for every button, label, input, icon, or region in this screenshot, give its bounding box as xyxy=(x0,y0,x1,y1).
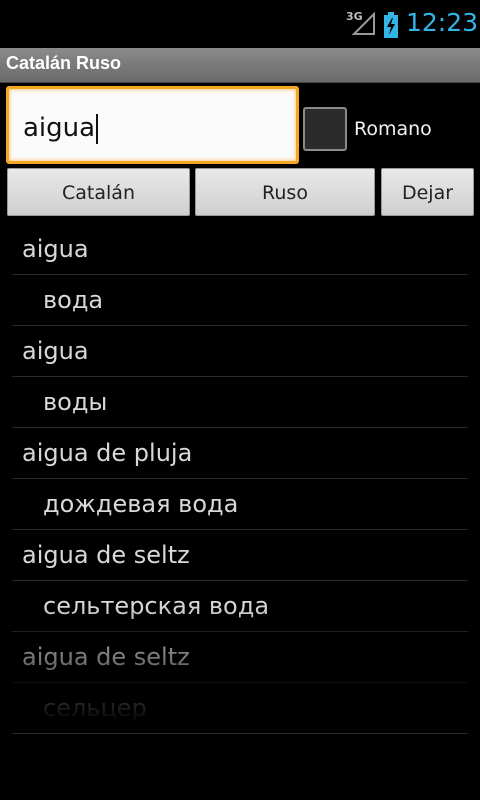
romano-checkbox[interactable] xyxy=(303,107,347,151)
dejar-button[interactable]: Dejar xyxy=(381,168,474,216)
romano-label[interactable]: Romano xyxy=(354,118,432,140)
list-item-translation[interactable]: сельцер xyxy=(12,683,468,734)
status-bar: 3G 12:23 xyxy=(0,0,480,48)
list-item-translation[interactable]: вода xyxy=(12,275,468,326)
list-item-term[interactable]: aigua xyxy=(12,224,468,275)
list-item-term[interactable]: aigua de pluja xyxy=(12,428,468,479)
search-input[interactable]: aigua xyxy=(6,86,299,164)
list-item-translation[interactable]: воды xyxy=(12,377,468,428)
list-item-translation[interactable]: сельтерская вода xyxy=(12,581,468,632)
search-input-value: aigua xyxy=(23,113,96,143)
ruso-button[interactable]: Ruso xyxy=(195,168,375,216)
text-cursor xyxy=(96,113,99,144)
list-item-term[interactable]: aigua de seltz xyxy=(12,632,468,683)
catalan-button[interactable]: Catalán xyxy=(7,168,190,216)
list-item-translation[interactable]: дождевая вода xyxy=(12,479,468,530)
list-item-term[interactable]: aigua de seltz xyxy=(12,530,468,581)
results-list[interactable]: aigua вода aigua воды aigua de pluja дож… xyxy=(0,224,480,800)
app-title: Catalán Ruso xyxy=(6,53,122,73)
clock: 12:23 xyxy=(406,8,479,37)
list-item-term[interactable]: aigua xyxy=(12,326,468,377)
battery-charging-icon xyxy=(384,12,398,38)
title-bar: Catalán Ruso xyxy=(0,48,480,83)
signal-icon xyxy=(352,12,375,35)
